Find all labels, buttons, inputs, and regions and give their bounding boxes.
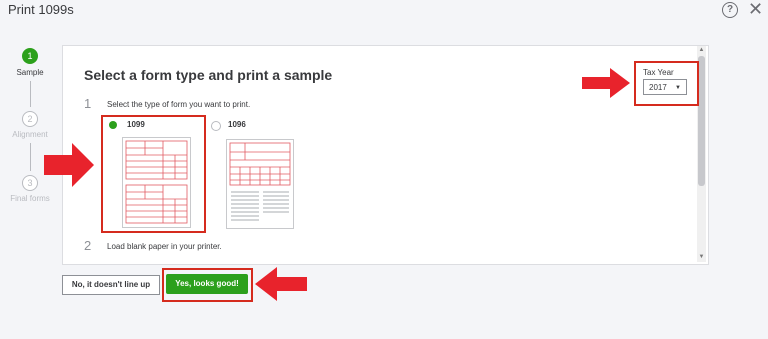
red-arrow-icon xyxy=(255,267,307,301)
step-1-indicator: 1 xyxy=(22,48,38,64)
step-3-indicator: 3 xyxy=(22,175,38,191)
chevron-down-icon: ▼ xyxy=(675,85,681,91)
tax-year-select[interactable]: 2017 ▼ xyxy=(643,79,687,95)
step-connector xyxy=(30,81,31,107)
scroll-down-icon[interactable]: ▼ xyxy=(698,254,705,260)
radio-1096[interactable] xyxy=(211,121,221,131)
red-arrow-icon xyxy=(582,68,630,98)
close-icon[interactable]: ✕ xyxy=(748,0,763,18)
doesnt-line-up-button[interactable]: No, it doesn't line up xyxy=(62,275,160,295)
step-3-label: Final forms xyxy=(10,194,50,203)
step-instruction: Load blank paper in your printer. xyxy=(107,242,222,251)
scroll-thumb[interactable] xyxy=(698,56,705,186)
step-2-indicator: 2 xyxy=(22,111,38,127)
step-2-label: Alignment xyxy=(12,130,48,139)
page-heading: Select a form type and print a sample xyxy=(84,67,333,83)
scroll-up-icon[interactable]: ▲ xyxy=(698,47,705,53)
form-option-label: 1096 xyxy=(228,120,246,129)
dialog-title: Print 1099s xyxy=(8,2,74,17)
help-icon[interactable]: ? xyxy=(722,2,738,18)
step-connector xyxy=(30,143,31,171)
red-arrow-icon xyxy=(44,143,94,187)
step-instruction: Select the type of form you want to prin… xyxy=(107,100,251,109)
form-1096-preview-image xyxy=(229,142,291,221)
step-number: 2 xyxy=(84,238,92,253)
looks-good-button[interactable]: Yes, looks good! xyxy=(166,274,248,294)
step-1-label: Sample xyxy=(16,68,44,77)
form-1096-preview[interactable] xyxy=(226,139,294,229)
step-number: 1 xyxy=(84,96,92,111)
tax-year-label: Tax Year xyxy=(643,68,674,77)
highlight-box xyxy=(101,115,206,233)
tax-year-value: 2017 xyxy=(649,83,667,92)
